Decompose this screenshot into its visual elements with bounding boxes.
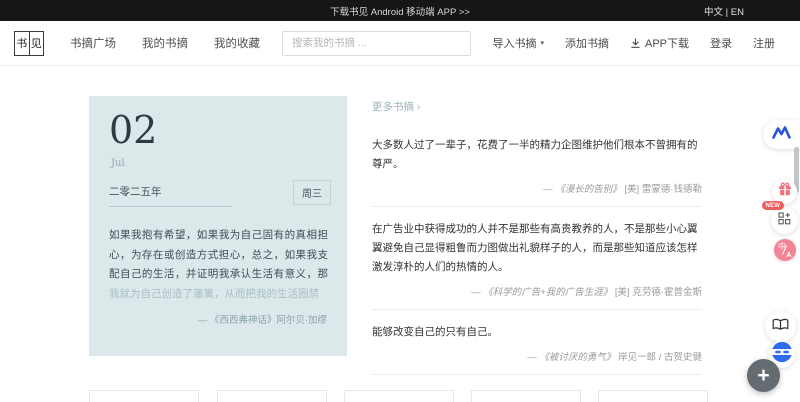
nav-item-my-excerpts[interactable]: 我的书摘 [142, 35, 188, 51]
attr-book-title: 《被讨厌的勇气》 [539, 352, 615, 363]
header: 书 见 书摘广场 我的书摘 我的收藏 导入书摘 ▾ 添加书摘 APP下载 登录 … [0, 21, 800, 66]
more-excerpts-link[interactable]: 更多书摘 › [372, 99, 420, 127]
top-banner: 下载书见 Android 移动端 APP >> 中文 | EN [0, 0, 800, 21]
plus-icon: + [757, 365, 769, 386]
translate-en-glyph: A [786, 250, 791, 259]
excerpt-card[interactable] [471, 390, 581, 402]
logo-char-1: 书 [15, 32, 30, 55]
app-download-banner-link[interactable]: 下载书见 Android 移动端 APP >> [0, 4, 800, 18]
import-excerpt-label: 导入书摘 [492, 35, 536, 51]
nav-item-my-favorites[interactable]: 我的收藏 [214, 35, 260, 51]
excerpt-card[interactable] [344, 390, 454, 402]
nav-item-square[interactable]: 书摘广场 [70, 35, 116, 51]
quote-attribution: — 《科学的广告+我的广告生涯》 [美] 克劳德·霍普金斯 [372, 284, 702, 298]
quotes-panel: 更多书摘 › 大多数人过了一辈子，花费了一半的精力企图维护他们根本不曾拥有的尊严… [372, 97, 702, 375]
attr-author: [美] 雷蒙德·钱德勒 [622, 184, 702, 195]
login-button[interactable]: 登录 [710, 35, 732, 51]
attr-dash: — [471, 287, 483, 298]
attr-dash: — [543, 184, 555, 195]
attr-book-title: 《漫长的告别》 [555, 184, 622, 195]
logo[interactable]: 书 见 [14, 31, 44, 56]
excerpt-card[interactable] [89, 390, 199, 402]
grid-plus-icon [778, 212, 791, 230]
register-button[interactable]: 注册 [753, 35, 775, 51]
logo-char-2: 见 [30, 32, 44, 55]
app-download-button[interactable]: APP下载 [630, 35, 689, 51]
add-excerpt-button[interactable]: 添加书摘 [565, 35, 609, 51]
reader-button[interactable] [765, 311, 796, 342]
side-logo-tab[interactable] [763, 120, 800, 149]
attr-author: [美] 克劳德·霍普金斯 [612, 287, 702, 298]
excerpt-card[interactable] [598, 390, 708, 402]
quote-item[interactable]: 能够改变自己的只有自己。 — 《被讨厌的勇气》 岸见一郎 / 古贺史健 [372, 310, 702, 375]
daily-quote-text: 如果我抱有希望，如果我为自己固有的真相担心，为存在或创造方式担心，总之，如果我支… [109, 226, 328, 304]
attr-dash: — [527, 352, 539, 363]
excerpt-card[interactable] [217, 390, 327, 402]
translate-button[interactable]: 中 A [774, 239, 796, 261]
new-feature-button[interactable]: NEW [771, 207, 798, 234]
search-input[interactable] [282, 31, 471, 56]
quote-item[interactable]: 大多数人过了一辈子，花费了一半的精力企图维护他们根本不曾拥有的尊严。 — 《漫长… [372, 127, 702, 207]
mountain-logo-icon [772, 126, 791, 144]
app-download-label: APP下载 [645, 35, 689, 51]
attr-author: 岸见一郎 / 古贺史健 [615, 352, 702, 363]
date-month: Jul [111, 158, 125, 169]
quote-text: 大多数人过了一辈子，花费了一半的精力企图维护他们根本不曾拥有的尊严。 [372, 136, 702, 174]
import-excerpt-button[interactable]: 导入书摘 ▾ [492, 35, 544, 51]
add-fab-button[interactable]: + [747, 359, 780, 392]
daily-quote-faded: 我就为自己创造了藩篱，从而把我的生活圈禁 [109, 288, 319, 300]
date-year: 二零二五年 [109, 184, 232, 207]
date-weekday-badge: 周三 [293, 180, 331, 205]
new-badge: NEW [762, 201, 784, 210]
chevron-down-icon: ▾ [540, 39, 544, 47]
open-book-icon [772, 318, 789, 336]
daily-quote-attribution: — 《西西弗神话》阿尔贝·加缪 [198, 312, 327, 326]
daily-quote-main: 如果我抱有希望，如果我为自己固有的真相担心，为存在或创造方式担心，总之，如果我支… [109, 229, 328, 280]
quote-text: 能够改变自己的只有自己。 [372, 323, 702, 342]
page: 下载书见 Android 移动端 APP >> 中文 | EN 书 见 书摘广场… [0, 0, 800, 402]
quote-attribution: — 《被讨厌的勇气》 岸见一郎 / 古贺史健 [372, 349, 702, 363]
attr-book-title: 《科学的广告+我的广告生涯》 [483, 287, 612, 298]
quote-text: 在广告业中获得成功的人并不是那些有高贵教养的人，不是那些小心翼翼避免自己显得粗鲁… [372, 220, 702, 277]
gift-icon [778, 182, 792, 201]
download-icon [630, 38, 641, 49]
language-switch[interactable]: 中文 | EN [704, 4, 744, 18]
date-day: 02 [109, 110, 157, 152]
daily-quote-card[interactable]: 02 Jul 二零二五年 周三 如果我抱有希望，如果我为自己固有的真相担心，为存… [89, 96, 347, 356]
quote-item[interactable]: 在广告业中获得成功的人并不是那些有高贵教养的人，不是那些小心翼翼避免自己显得粗鲁… [372, 207, 702, 310]
quote-attribution: — 《漫长的告别》 [美] 雷蒙德·钱德勒 [372, 181, 702, 195]
